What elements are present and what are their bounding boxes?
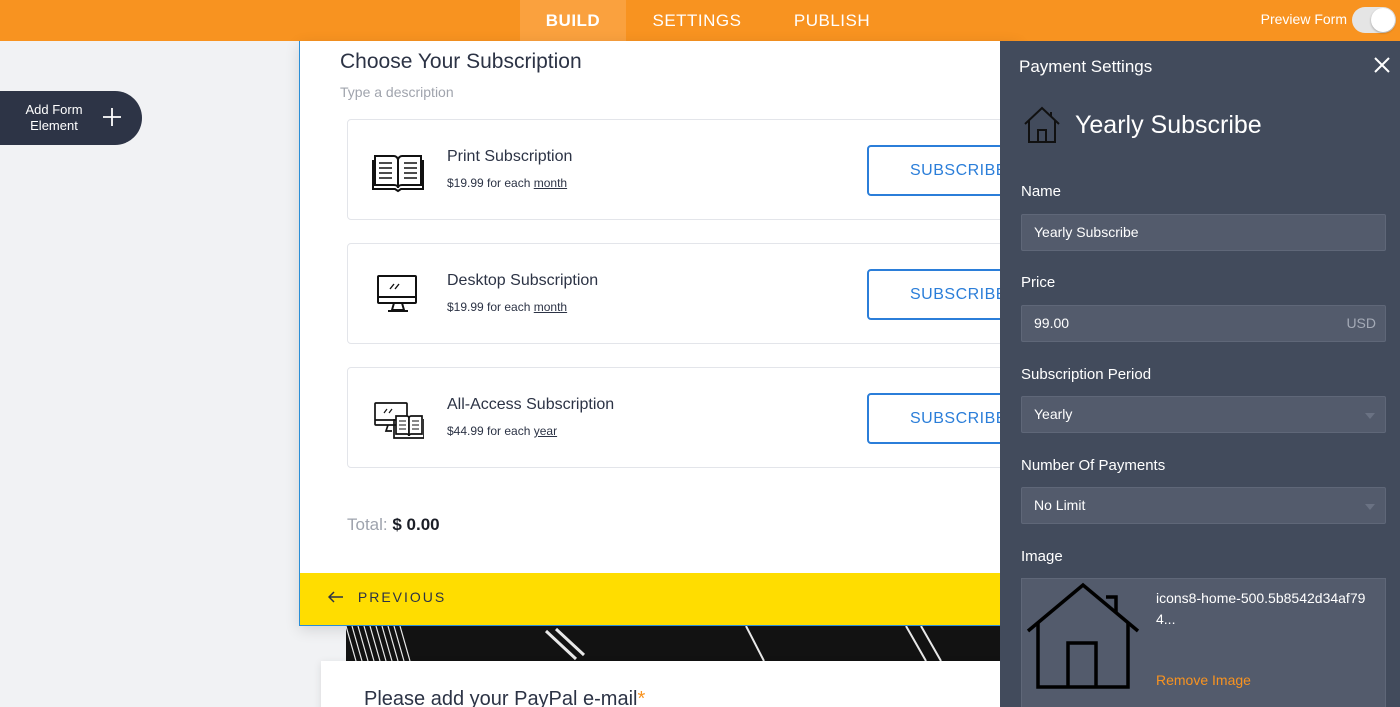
previous-label: PREVIOUS <box>357 589 447 605</box>
number-of-payments-select[interactable]: No Limit <box>1021 487 1386 524</box>
product-price: $19.99 for each month <box>447 300 567 314</box>
chevron-down-icon <box>1365 504 1375 510</box>
product-name: Desktop Subscription <box>447 272 599 289</box>
home-icon <box>1024 581 1142 691</box>
panel-title: Payment Settings <box>1019 57 1153 76</box>
remove-image-link[interactable]: Remove Image <box>1156 672 1251 688</box>
paypal-email-card: Please add your PayPal e-mail* <box>321 661 1011 707</box>
form-card: Choose Your Subscription Type a descript… <box>299 41 1047 626</box>
subscription-period-value: Yearly <box>1034 406 1073 422</box>
image-filename: icons8-home-500.5b8542d34af794... <box>1156 590 1366 627</box>
image-upload-box: icons8-home-500.5b8542d34af794... Remove… <box>1021 578 1386 707</box>
price-period: month <box>533 300 568 314</box>
price-label: Price <box>1021 274 1056 291</box>
required-mark: * <box>637 688 646 707</box>
total-row: Total: $ 0.00 <box>347 515 440 535</box>
currency-label: USD <box>1346 315 1376 331</box>
home-icon <box>1022 104 1062 144</box>
panel-heading: Yearly Subscribe <box>1075 111 1262 139</box>
top-navigation-bar: BUILD SETTINGS PUBLISH Preview Form <box>0 0 1400 41</box>
payment-settings-panel: Payment Settings Yearly Subscribe Name Y… <box>1000 41 1400 707</box>
paypal-email-label: Please add your PayPal e-mail* <box>364 688 645 707</box>
price-input[interactable]: 99.00 USD <box>1021 305 1386 342</box>
price-for-each: for each <box>487 424 531 438</box>
price-amount: $19.99 <box>447 300 484 314</box>
product-name: Print Subscription <box>447 148 573 165</box>
product-item-print: Print Subscription $19.99 for each month… <box>347 119 1047 220</box>
form-description[interactable]: Type a description <box>340 84 454 100</box>
price-for-each: for each <box>487 176 531 190</box>
desktop-book-icon <box>372 396 425 442</box>
add-form-element-button[interactable]: Add Form Element <box>0 91 142 145</box>
desktop-icon <box>372 272 424 318</box>
tab-settings[interactable]: SETTINGS <box>640 0 754 41</box>
book-icon <box>372 148 424 194</box>
product-item-all-access: All-Access Subscription $44.99 for each … <box>347 367 1047 468</box>
product-item-desktop: Desktop Subscription $19.99 for each mon… <box>347 243 1047 344</box>
image-label: Image <box>1021 548 1063 565</box>
price-period: year <box>533 424 558 438</box>
subscription-period-select[interactable]: Yearly <box>1021 396 1386 433</box>
tab-publish[interactable]: PUBLISH <box>780 0 884 41</box>
product-price: $44.99 for each year <box>447 424 557 438</box>
add-form-element-label: Add Form Element <box>25 102 83 133</box>
background-image <box>346 626 1006 661</box>
price-amount: $44.99 <box>447 424 484 438</box>
total-value: $ 0.00 <box>392 515 440 534</box>
previous-button[interactable]: PREVIOUS <box>327 589 447 605</box>
preview-form-toggle[interactable] <box>1352 7 1396 33</box>
plus-icon <box>96 101 128 133</box>
subscription-period-label: Subscription Period <box>1021 366 1152 383</box>
price-period: month <box>533 176 568 190</box>
form-title[interactable]: Choose Your Subscription <box>340 50 582 74</box>
name-input[interactable]: Yearly Subscribe <box>1021 214 1386 251</box>
name-label: Name <box>1021 183 1062 200</box>
arrow-left-icon <box>327 589 358 605</box>
total-label: Total: <box>347 515 388 534</box>
number-of-payments-label: Number Of Payments <box>1021 457 1166 474</box>
price-amount: $19.99 <box>447 176 484 190</box>
price-value: 99.00 <box>1034 315 1070 331</box>
form-footer: PREVIOUS <box>300 573 1020 625</box>
product-name: All-Access Subscription <box>447 396 615 413</box>
chevron-down-icon <box>1365 413 1375 419</box>
number-of-payments-value: No Limit <box>1034 497 1086 513</box>
paypal-email-text: Please add your PayPal e-mail <box>364 688 638 707</box>
price-for-each: for each <box>487 300 531 314</box>
close-icon[interactable] <box>1372 55 1392 75</box>
preview-form-label: Preview Form <box>1260 11 1347 27</box>
tab-build[interactable]: BUILD <box>520 0 626 41</box>
product-price: $19.99 for each month <box>447 176 567 190</box>
toggle-knob <box>1371 8 1395 32</box>
